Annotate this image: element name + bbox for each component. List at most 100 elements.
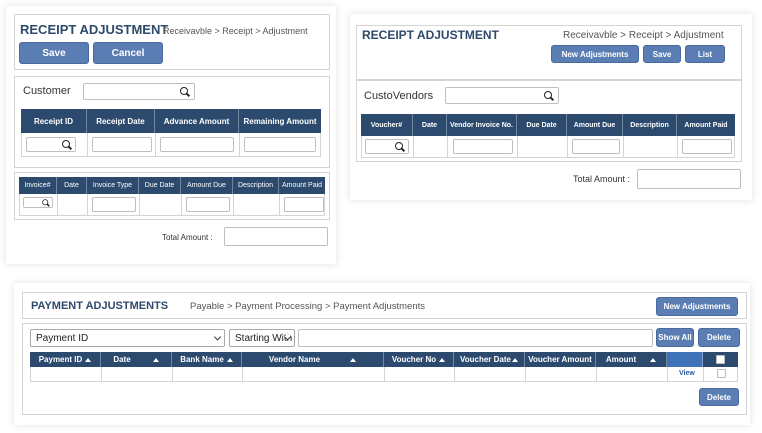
table-row[interactable]: View	[30, 367, 738, 382]
total-amount-label: Total Amount :	[162, 233, 213, 242]
col-advance-amount[interactable]: Advance Amount	[155, 109, 239, 133]
amount-due-input[interactable]	[186, 197, 230, 212]
new-adjustments-button[interactable]: New Adjustments	[551, 45, 639, 63]
invoice-type-input[interactable]	[92, 197, 136, 212]
divider	[279, 194, 280, 215]
vendor-header-box: RECEIPT ADJUSTMENT Receivavble > Receipt…	[356, 25, 742, 80]
voucher-table-header: Voucher# Date Vendor Invoice No. Due Dat…	[361, 114, 735, 136]
col-voucher-no[interactable]: Voucher No	[384, 352, 454, 367]
col-description[interactable]: Description	[623, 114, 677, 136]
col-view	[667, 352, 703, 367]
col-amount-due[interactable]: Amount Due	[567, 114, 623, 136]
payment-table-header: Payment ID Date Bank Name Vendor Name Vo…	[30, 352, 738, 367]
view-link[interactable]: View	[679, 370, 695, 377]
divider	[239, 133, 240, 156]
col-date[interactable]: Date	[57, 177, 87, 194]
col-vendor-invoice-no[interactable]: Vendor Invoice No.	[447, 114, 517, 136]
show-all-button[interactable]: Show All	[656, 328, 694, 347]
amount-paid-input[interactable]	[682, 139, 732, 154]
divider	[677, 136, 678, 157]
sort-asc-icon	[511, 357, 518, 362]
new-adjustments-button[interactable]: New Adjustments	[656, 297, 738, 316]
list-button[interactable]: List	[685, 45, 725, 63]
vendor-search-input[interactable]	[445, 87, 559, 104]
delete-button[interactable]: Delete	[698, 328, 740, 347]
select-all-checkbox[interactable]	[716, 355, 725, 364]
table-row	[21, 133, 321, 157]
receipt-adjustment-panel: RECEIPT ADJUSTMENT Receivavble > Receipt…	[6, 6, 336, 264]
vendor-section: CustoVendors Voucher# Date Vendor Invoic…	[356, 80, 742, 162]
col-bank-name[interactable]: Bank Name	[172, 352, 242, 367]
col-receipt-date[interactable]: Receipt Date	[87, 109, 155, 133]
advance-amount-input[interactable]	[160, 137, 234, 152]
col-remaining-amount[interactable]: Remaining Amount	[239, 109, 321, 133]
save-button[interactable]: Save	[19, 42, 89, 64]
customer-label: Customer	[23, 85, 71, 97]
col-voucher[interactable]: Voucher#	[361, 114, 413, 136]
col-date[interactable]: Date	[101, 352, 172, 367]
col-voucher-amount[interactable]: Voucher Amount	[525, 352, 596, 367]
breadcrumb: Payable > Payment Processing > Payment A…	[190, 301, 425, 312]
col-invoice-type[interactable]: Invoice Type	[87, 177, 139, 194]
receipt-id-input[interactable]	[26, 137, 76, 152]
invoice-section: Invoice# Date Invoice Type Due Date Amou…	[14, 172, 330, 220]
amount-due-input[interactable]	[572, 139, 620, 154]
voucher-input[interactable]	[365, 139, 409, 154]
search-icon[interactable]	[544, 91, 554, 101]
col-receipt-id[interactable]: Receipt ID	[21, 109, 87, 133]
col-amount-due[interactable]: Amount Due	[181, 177, 233, 194]
divider	[384, 367, 385, 381]
col-amount-paid[interactable]: Amount Paid	[279, 177, 325, 194]
sort-asc-icon	[350, 357, 357, 362]
payment-adjustments-panel: PAYMENT ADJUSTMENTS Payable > Payment Pr…	[14, 283, 750, 425]
col-voucher-date[interactable]: Voucher Date	[454, 352, 525, 367]
col-amount[interactable]: Amount	[596, 352, 667, 367]
divider	[525, 367, 526, 381]
divider	[517, 136, 518, 157]
divider	[703, 367, 704, 381]
divider	[596, 367, 597, 381]
delete-button-bottom[interactable]: Delete	[699, 388, 739, 406]
search-icon[interactable]	[395, 142, 405, 152]
col-date[interactable]: Date	[413, 114, 447, 136]
divider	[87, 194, 88, 215]
invoice-table-header: Invoice# Date Invoice Type Due Date Amou…	[19, 177, 325, 194]
customer-search-input[interactable]	[83, 83, 195, 100]
amount-paid-input[interactable]	[284, 197, 324, 212]
customer-section: Customer Receipt ID Receipt Date Advance…	[14, 76, 330, 168]
search-icon[interactable]	[180, 87, 190, 97]
vendor-invoice-input[interactable]	[453, 139, 513, 154]
table-row	[361, 136, 735, 158]
total-amount-input[interactable]	[637, 169, 741, 189]
divider	[567, 136, 568, 157]
col-invoice[interactable]: Invoice#	[19, 177, 57, 194]
divider	[623, 136, 624, 157]
col-due-date[interactable]: Due Date	[139, 177, 181, 194]
cancel-button[interactable]: Cancel	[93, 42, 163, 64]
row-checkbox[interactable]	[717, 369, 726, 378]
breadcrumb: Receivavble > Receipt > Adjustment	[563, 30, 724, 41]
remaining-amount-input[interactable]	[244, 137, 316, 152]
filter-field-select[interactable]: Payment ID	[30, 329, 225, 347]
save-button[interactable]: Save	[643, 45, 681, 63]
page-title: RECEIPT ADJUSTMENT	[362, 28, 499, 42]
invoice-input[interactable]	[23, 197, 53, 208]
divider	[101, 367, 102, 381]
col-payment-id[interactable]: Payment ID	[30, 352, 101, 367]
divider	[447, 136, 448, 157]
divider	[454, 367, 455, 381]
search-icon[interactable]	[62, 140, 72, 150]
col-vendor-name[interactable]: Vendor Name	[242, 352, 384, 367]
sort-asc-icon	[226, 357, 233, 362]
col-amount-paid[interactable]: Amount Paid	[677, 114, 735, 136]
sort-asc-icon	[152, 357, 159, 362]
col-description[interactable]: Description	[233, 177, 279, 194]
receipt-adjustment-vendor-panel: RECEIPT ADJUSTMENT Receivavble > Receipt…	[350, 14, 752, 200]
total-amount-input[interactable]	[224, 227, 328, 246]
receipt-date-input[interactable]	[92, 137, 152, 152]
vendor-label: CustoVendors	[364, 90, 434, 102]
search-icon[interactable]	[42, 199, 50, 207]
col-due-date[interactable]: Due Date	[517, 114, 567, 136]
filter-value-input[interactable]	[298, 329, 653, 347]
divider	[413, 136, 414, 157]
